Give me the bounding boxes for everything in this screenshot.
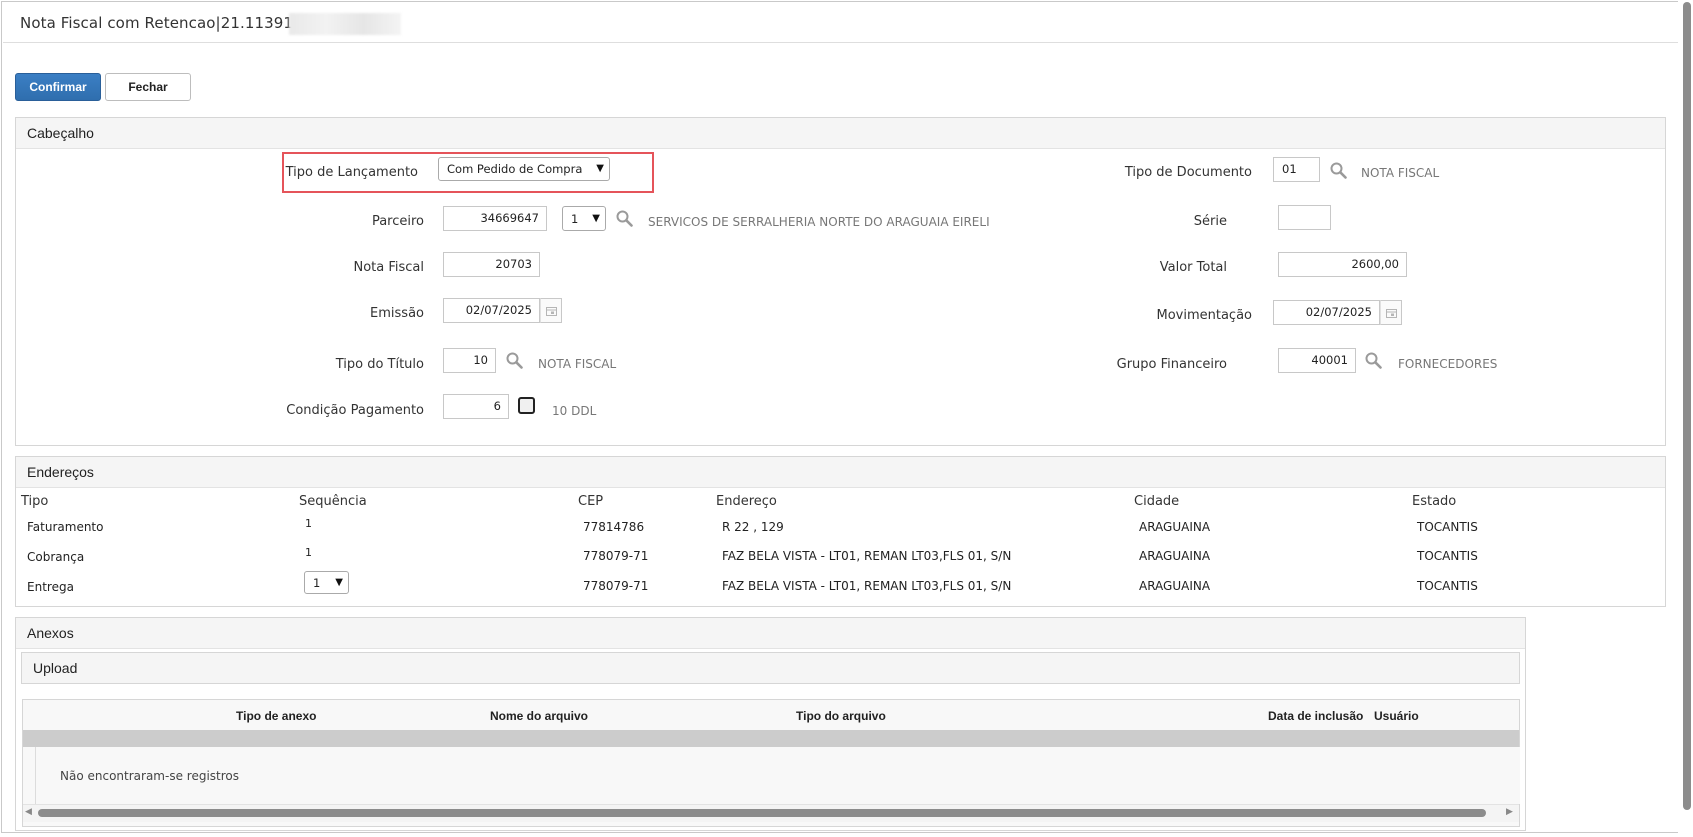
parceiro-seq-select[interactable]: 1 ▼ xyxy=(562,206,606,231)
nota-fiscal-input[interactable]: 20703 xyxy=(443,252,540,277)
tipo-documento-desc: NOTA FISCAL xyxy=(1361,166,1440,180)
column-header-nome-arquivo: Nome do arquivo xyxy=(490,709,589,723)
tipo-titulo-label: Tipo do Título xyxy=(335,357,424,372)
calendar-icon[interactable] xyxy=(540,298,562,323)
parceiro-name: SERVICOS DE SERRALHERIA NORTE DO ARAGUAI… xyxy=(648,215,990,229)
scroll-thumb[interactable] xyxy=(38,809,1486,817)
upload-panel[interactable]: Upload xyxy=(21,652,1520,684)
emissao-input[interactable]: 02/07/2025 xyxy=(443,298,540,323)
nota-fiscal-label: Nota Fiscal xyxy=(353,260,424,275)
parceiro-label: Parceiro xyxy=(371,214,424,229)
search-icon[interactable] xyxy=(616,210,633,227)
grid-body xyxy=(35,747,1520,804)
cell-estado: TOCANTIS xyxy=(1417,549,1478,563)
search-icon[interactable] xyxy=(1330,162,1347,179)
grupo-financeiro-input[interactable]: 40001 xyxy=(1278,348,1356,373)
valor-total-label: Valor Total xyxy=(1159,260,1227,275)
chevron-down-icon: ▼ xyxy=(592,212,600,224)
column-header-tipo-arquivo: Tipo do arquivo xyxy=(796,709,886,723)
search-icon[interactable] xyxy=(506,352,523,369)
column-header-sequencia: Sequência xyxy=(299,494,367,509)
cell-cep: 778079-71 xyxy=(583,579,649,593)
condicao-pagamento-button[interactable] xyxy=(518,397,535,414)
grid-header-divider xyxy=(23,730,1519,747)
serie-input[interactable] xyxy=(1278,205,1331,230)
tipo-lancamento-value: Com Pedido de Compra xyxy=(447,162,583,176)
cell-estado: TOCANTIS xyxy=(1417,579,1478,593)
condicao-pagamento-label: Condição Pagamento xyxy=(286,403,424,418)
cell-endereco: FAZ BELA VISTA - LT01, REMAN LT03,FLS 01… xyxy=(722,579,1012,593)
column-header-tipo-anexo: Tipo de anexo xyxy=(236,709,317,723)
cell-cep: 778079-71 xyxy=(583,549,649,563)
cell-cep: 77814786 xyxy=(583,520,645,534)
window-title: Nota Fiscal com Retencao|21.113913| xyxy=(20,14,308,32)
tipo-titulo-input[interactable]: 10 xyxy=(443,348,496,373)
enderecos-title: Endereços xyxy=(16,457,1665,488)
movimentacao-input[interactable]: 02/07/2025 xyxy=(1273,300,1380,325)
cell-cidade: ARAGUAINA xyxy=(1139,579,1211,593)
redacted-title-suffix xyxy=(289,13,401,35)
entrega-seq-select[interactable]: 1 ▼ xyxy=(304,571,349,594)
empty-message: Não encontraram-se registros xyxy=(60,769,239,783)
cell-tipo: Entrega xyxy=(27,580,74,594)
vertical-scrollbar-thumb[interactable] xyxy=(1683,2,1691,810)
cabecalho-title: Cabeçalho xyxy=(16,118,1665,149)
upload-title: Upload xyxy=(22,653,1519,683)
cell-cidade: ARAGUAINA xyxy=(1139,520,1211,534)
cell-tipo: Faturamento xyxy=(27,520,104,534)
column-header-endereco: Endereço xyxy=(716,494,777,509)
cell-cidade: ARAGUAINA xyxy=(1139,549,1211,563)
cell-endereco: FAZ BELA VISTA - LT01, REMAN LT03,FLS 01… xyxy=(722,549,1012,563)
serie-label: Série xyxy=(1193,214,1227,229)
anexos-title: Anexos xyxy=(16,618,1525,649)
grupo-financeiro-desc: FORNECEDORES xyxy=(1398,357,1498,371)
valor-total-input[interactable]: 2600,00 xyxy=(1278,252,1407,277)
tipo-titulo-desc: NOTA FISCAL xyxy=(538,357,617,371)
chevron-down-icon: ▼ xyxy=(335,576,343,588)
scroll-right-arrow-icon[interactable]: ▶ xyxy=(1506,807,1513,817)
column-header-estado: Estado xyxy=(1412,494,1457,509)
parceiro-seq-value: 1 xyxy=(571,211,579,226)
column-header-cep: CEP xyxy=(578,494,604,509)
movimentacao-label: Movimentação xyxy=(1156,308,1252,323)
cell-tipo: Cobrança xyxy=(27,550,85,564)
chevron-down-icon: ▼ xyxy=(596,163,604,174)
cell-sequencia: 1 xyxy=(305,517,312,530)
close-button[interactable]: Fechar xyxy=(105,73,191,101)
cell-sequencia: 1 xyxy=(305,546,312,559)
tipo-lancamento-label: Tipo de Lançamento xyxy=(285,165,418,180)
parceiro-code-input[interactable]: 34669647 xyxy=(443,206,547,231)
confirm-button[interactable]: Confirmar xyxy=(15,73,101,101)
condicao-pagamento-input[interactable]: 6 xyxy=(443,394,509,419)
cell-endereco: R 22 , 129 xyxy=(722,520,784,534)
column-header-cidade: Cidade xyxy=(1134,494,1180,509)
scroll-left-arrow-icon[interactable]: ◀ xyxy=(25,807,32,817)
column-header-usuario: Usuário xyxy=(1374,709,1419,723)
column-header-data-inclusao: Data de inclusão xyxy=(1268,709,1364,723)
cell-estado: TOCANTIS xyxy=(1417,520,1478,534)
entrega-seq-value: 1 xyxy=(313,575,321,590)
calendar-icon[interactable] xyxy=(1380,300,1402,325)
tipo-documento-label: Tipo de Documento xyxy=(1124,165,1252,180)
search-icon[interactable] xyxy=(1365,352,1382,369)
tipo-documento-input[interactable]: 01 xyxy=(1273,157,1320,182)
grupo-financeiro-label: Grupo Financeiro xyxy=(1116,357,1227,372)
column-header-tipo: Tipo xyxy=(21,494,49,509)
title-divider xyxy=(3,42,1683,43)
emissao-label: Emissão xyxy=(370,306,424,321)
condicao-pagamento-desc: 10 DDL xyxy=(552,404,597,418)
tipo-lancamento-select[interactable]: Com Pedido de Compra ▼ xyxy=(438,157,610,181)
